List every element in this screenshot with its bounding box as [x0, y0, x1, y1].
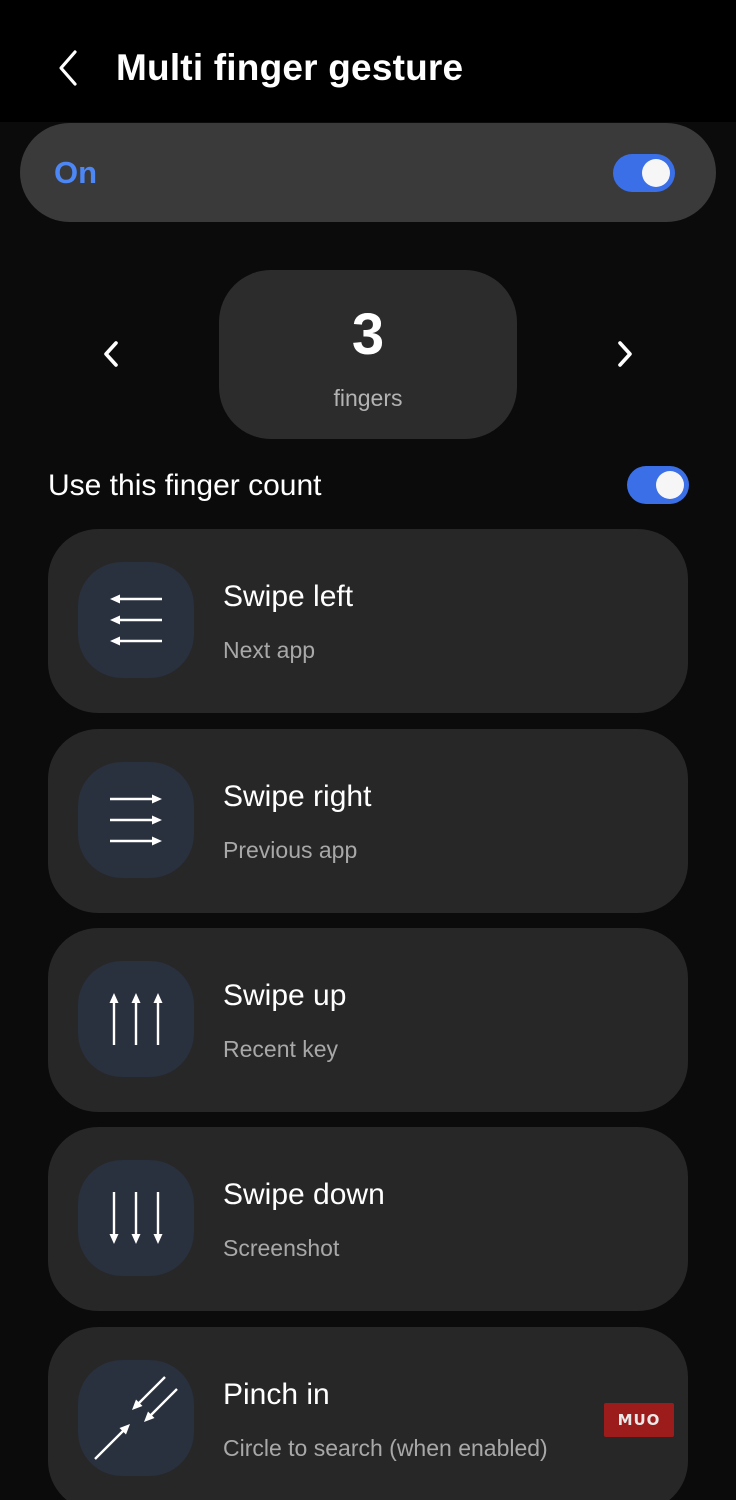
- gesture-title: Swipe right: [223, 780, 372, 813]
- gesture-action: Circle to search (when enabled): [223, 1435, 548, 1461]
- watermark-logo: MUO: [604, 1403, 674, 1437]
- gesture-swipe-right-card[interactable]: Swipe right Previous app: [48, 729, 688, 913]
- gesture-action: Previous app: [223, 837, 358, 863]
- gesture-title: Pinch in: [223, 1378, 330, 1411]
- finger-count-display: 3 fingers: [219, 270, 517, 439]
- pinch-in-icon: [78, 1360, 194, 1476]
- chevron-left-icon: [104, 341, 118, 367]
- use-finger-count-row[interactable]: Use this finger count: [48, 460, 689, 512]
- next-finger-count-button[interactable]: [597, 326, 653, 382]
- finger-count-value: 3: [351, 302, 385, 367]
- chevron-left-icon: [59, 50, 77, 86]
- swipe-up-icon: [78, 961, 194, 1077]
- toggle-knob: [656, 471, 684, 499]
- previous-finger-count-button[interactable]: [83, 326, 139, 382]
- app-bar: Multi finger gesture: [0, 0, 736, 122]
- gesture-swipe-up-card[interactable]: Swipe up Recent key: [48, 928, 688, 1112]
- back-button[interactable]: [44, 38, 94, 98]
- swipe-right-icon: [78, 762, 194, 878]
- use-finger-count-label: Use this finger count: [48, 469, 322, 502]
- page-title: Multi finger gesture: [116, 47, 464, 88]
- swipe-down-icon: [78, 1160, 194, 1276]
- master-switch-card[interactable]: On: [20, 123, 716, 222]
- finger-count-unit: fingers: [333, 385, 403, 411]
- gesture-title: Swipe left: [223, 580, 354, 613]
- swipe-left-icon: [78, 562, 194, 678]
- use-finger-count-toggle[interactable]: [627, 466, 689, 504]
- master-switch-label: On: [54, 155, 98, 190]
- master-toggle[interactable]: [613, 154, 675, 192]
- multi-finger-gesture-screen: Multi finger gesture On 3 fingers Use th…: [0, 0, 736, 1500]
- chevron-right-icon: [618, 341, 632, 367]
- gesture-title: Swipe down: [223, 1178, 385, 1211]
- gesture-swipe-left-card[interactable]: Swipe left Next app: [48, 529, 688, 713]
- gesture-pinch-in-card[interactable]: Pinch in Circle to search (when enabled): [48, 1327, 688, 1500]
- gesture-swipe-down-card[interactable]: Swipe down Screenshot: [48, 1127, 688, 1311]
- gesture-action: Recent key: [223, 1036, 339, 1062]
- gesture-action: Screenshot: [223, 1235, 340, 1261]
- gesture-title: Swipe up: [223, 979, 347, 1012]
- gesture-action: Next app: [223, 637, 316, 663]
- toggle-knob: [642, 159, 670, 187]
